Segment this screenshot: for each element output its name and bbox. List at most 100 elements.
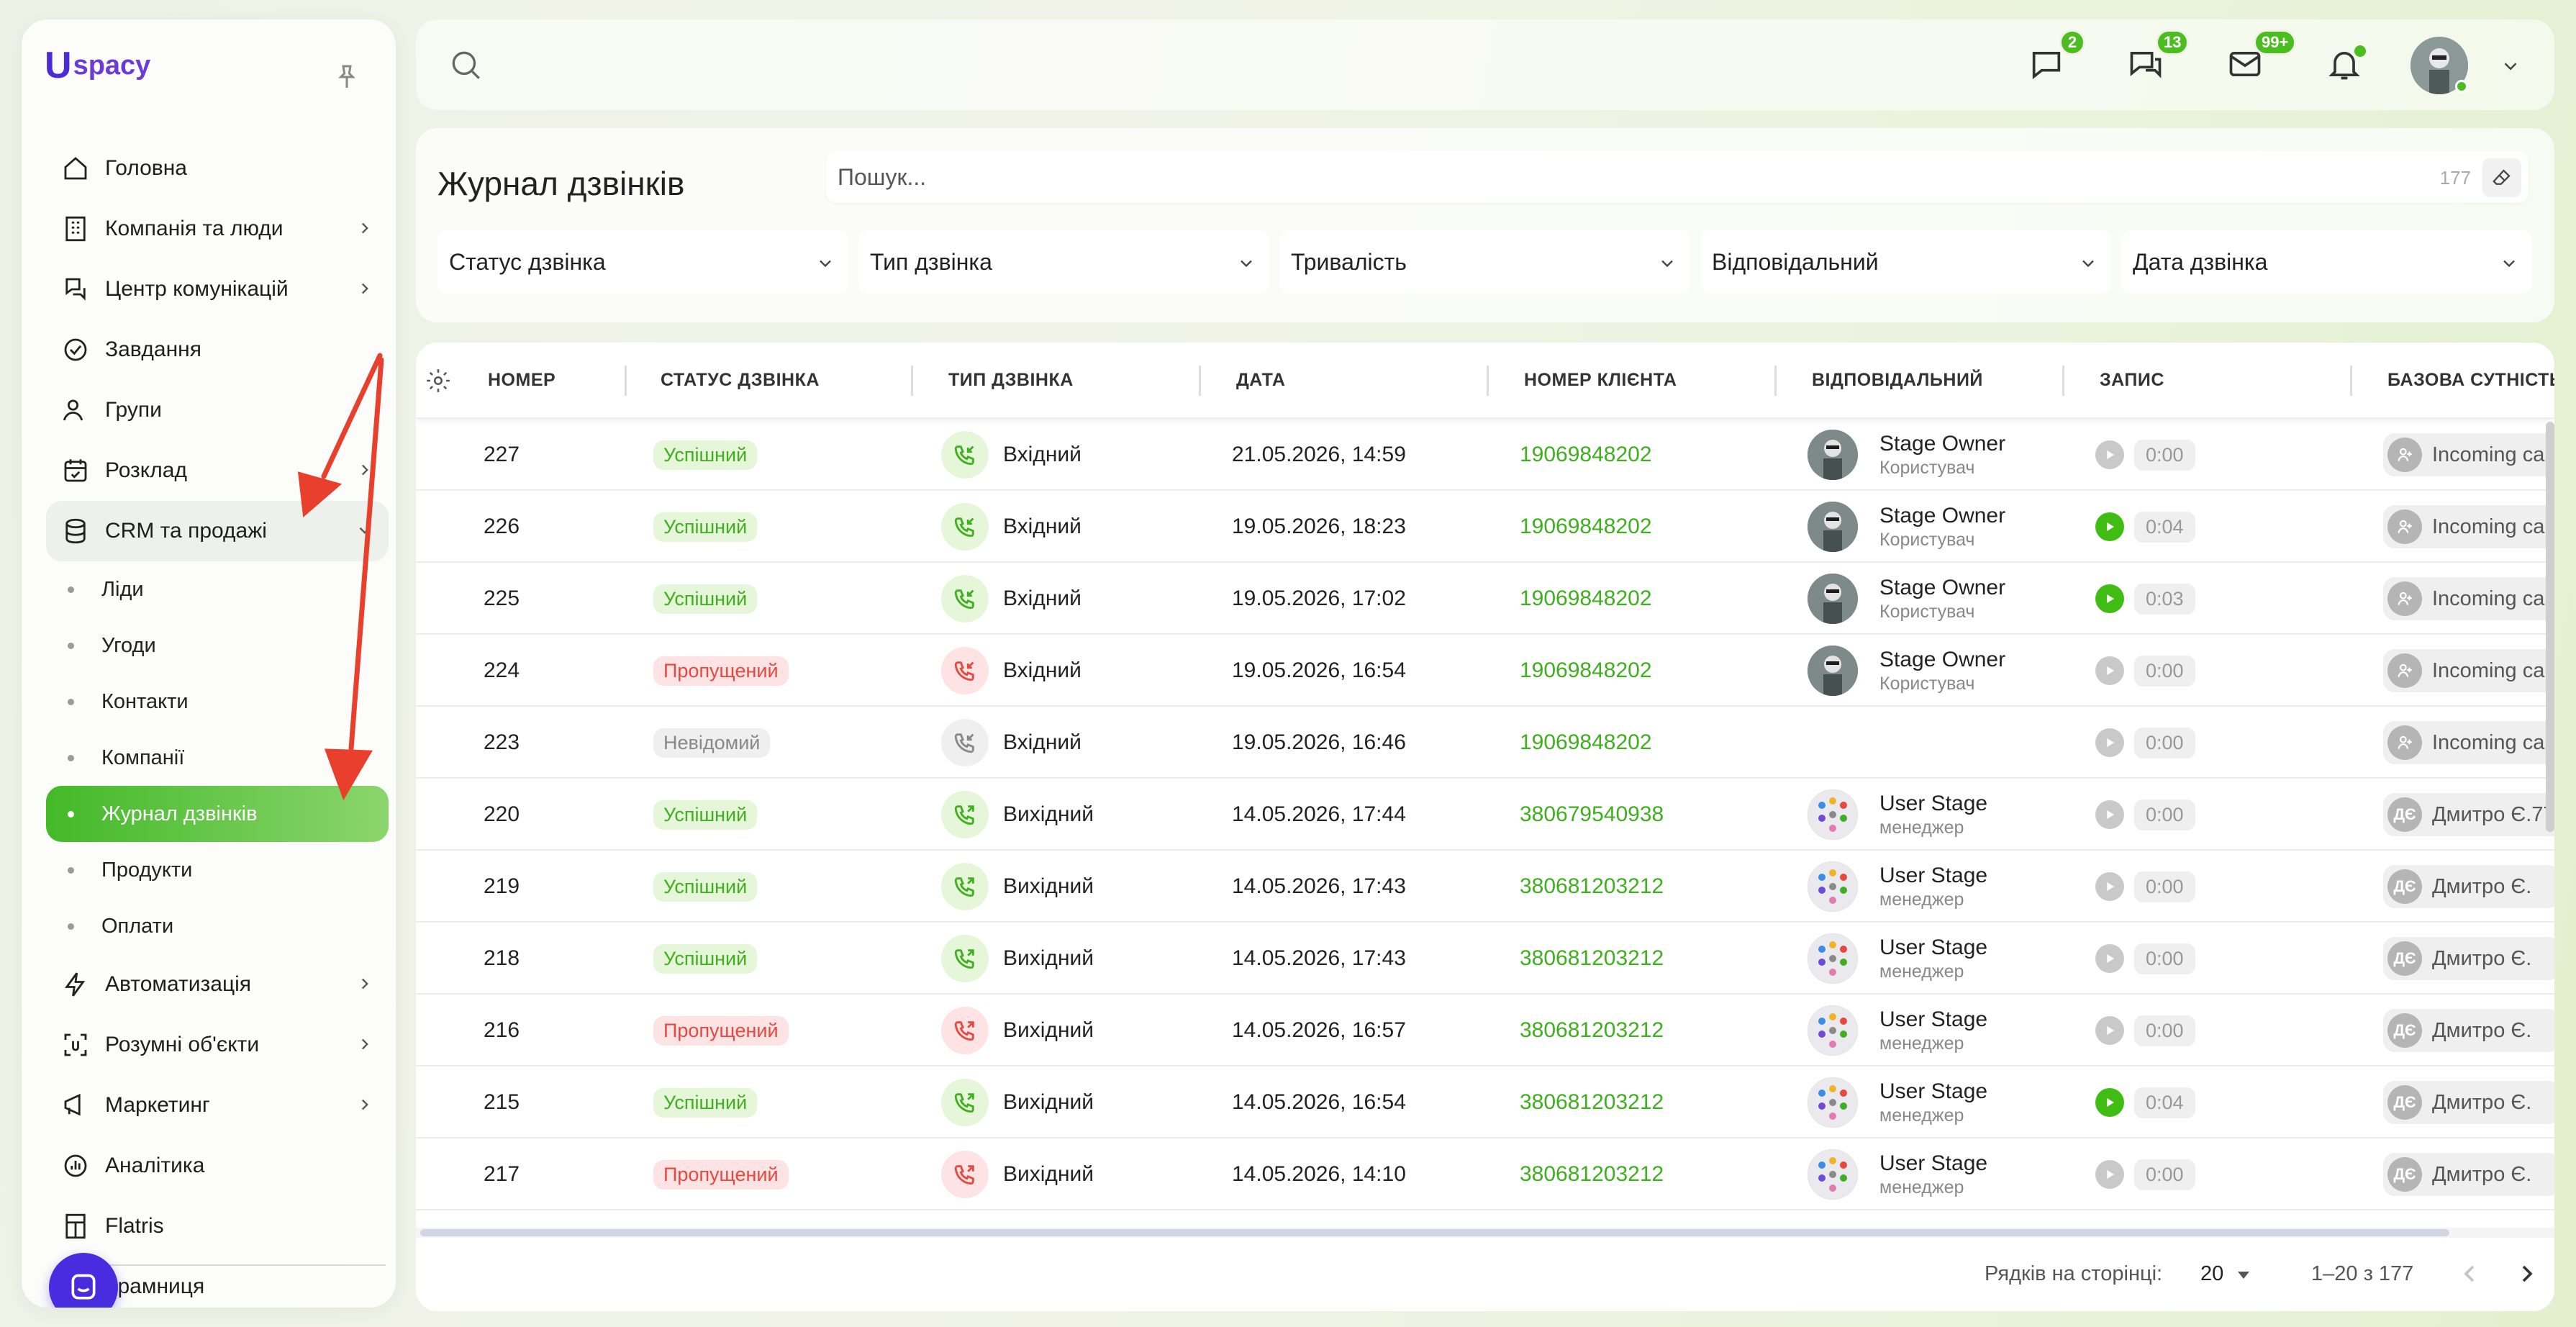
column-header[interactable]: ВІДПОВІДАЛЬНИЙ [1812,370,1983,391]
scrollbar-thumb[interactable] [420,1229,2449,1236]
play-recording-button[interactable] [2095,584,2124,613]
table-row[interactable]: 223 Невідомий Вхідний 19.05.2026, 16:46 … [416,707,2554,779]
client-phone-link[interactable]: 380681203212 [1520,923,1664,995]
play-recording-button[interactable] [2095,1088,2124,1117]
table-row[interactable]: 220 Успішний Вихідний 14.05.2026, 17:44 … [416,779,2554,851]
column-header[interactable]: ДАТА [1236,370,1285,391]
sidebar-item-0[interactable]: Головна [46,138,389,199]
base-entity-chip[interactable]: Incoming call [2383,433,2554,476]
avatar[interactable] [1808,646,1858,696]
pin-icon[interactable] [332,63,361,91]
base-entity-chip[interactable]: ДЄ Дмитро Є. [2383,1153,2554,1196]
column-header[interactable]: НОМЕР КЛІЄНТА [1524,370,1677,391]
search-input[interactable] [838,151,2349,203]
table-row[interactable]: 224 Пропущений Вхідний 19.05.2026, 16:54… [416,635,2554,707]
column-resize-handle[interactable] [2350,366,2352,396]
table-row[interactable]: 219 Успішний Вихідний 14.05.2026, 17:43 … [416,851,2554,923]
clear-search-button[interactable] [2482,158,2521,197]
filter-dropdown-2[interactable]: Тривалість [1279,230,1690,294]
client-phone-link[interactable]: 380679540938 [1520,779,1664,851]
avatar[interactable] [1808,861,1858,912]
sidebar-subitem-3[interactable]: Компанії [46,730,389,786]
sidebar-item-after-2[interactable]: Маркетинг [46,1075,389,1136]
column-resize-handle[interactable] [1199,366,1201,396]
sidebar-item-3[interactable]: Завдання [46,320,389,380]
column-header[interactable]: НОМЕР [488,370,555,391]
table-vertical-scrollbar[interactable] [2546,422,2554,832]
column-resize-handle[interactable] [2062,366,2064,396]
sidebar-subitem-0[interactable]: Ліди [46,561,389,617]
sidebar-item-2[interactable]: Центр комунікацій [46,259,389,320]
column-resize-handle[interactable] [625,366,627,396]
filter-dropdown-1[interactable]: Тип дзвінка [858,230,1269,294]
column-resize-handle[interactable] [1487,366,1489,396]
column-header[interactable]: СТАТУС ДЗВІНКА [661,370,820,391]
base-entity-chip[interactable]: ДЄ Дмитро Є. [2383,937,2554,980]
sidebar-item-1[interactable]: Компанія та люди [46,199,389,259]
caret-down-icon[interactable] [2235,1269,2252,1281]
client-phone-link[interactable]: 19069848202 [1520,635,1652,707]
sidebar-item-after-4[interactable]: Flatris [46,1196,389,1256]
sidebar-subitem-2[interactable]: Контакти [46,674,389,730]
table-row[interactable]: 218 Успішний Вихідний 14.05.2026, 17:43 … [416,923,2554,995]
client-phone-link[interactable]: 19069848202 [1520,563,1652,635]
filter-dropdown-4[interactable]: Дата дзвінка [2121,230,2532,294]
base-entity-chip[interactable]: ДЄ Дмитро Є. [2383,1081,2554,1124]
avatar[interactable] [1808,574,1858,624]
base-entity-chip[interactable]: Incoming call [2383,649,2554,692]
table-row[interactable]: 215 Успішний Вихідний 14.05.2026, 16:54 … [416,1066,2554,1138]
filter-dropdown-0[interactable]: Статус дзвінка [437,230,848,294]
sidebar-item-after-0[interactable]: Автоматизація [46,954,389,1015]
avatar[interactable] [1808,789,1858,840]
client-phone-link[interactable]: 380681203212 [1520,1138,1664,1210]
column-resize-handle[interactable] [1774,366,1777,396]
sidebar-item-after-3[interactable]: Аналітика [46,1136,389,1196]
table-row[interactable]: 226 Успішний Вхідний 19.05.2026, 18:23 1… [416,491,2554,563]
sidebar-item-after-1[interactable]: Розумні об'єкти [46,1015,389,1075]
column-header[interactable]: БАЗОВА СУТНІСТЬ [2387,370,2554,391]
play-recording-button[interactable] [2095,728,2124,757]
play-recording-button[interactable] [2095,656,2124,685]
table-row[interactable]: 227 Успішний Вхідний 21.05.2026, 14:59 1… [416,419,2554,491]
play-recording-button[interactable] [2095,1160,2124,1189]
search-icon[interactable] [448,47,484,83]
base-entity-chip[interactable]: Incoming call [2383,577,2554,620]
chevron-down-icon[interactable] [2500,55,2521,77]
client-phone-link[interactable]: 380681203212 [1520,1066,1664,1138]
base-entity-chip[interactable]: ДЄ Дмитро Є. [2383,865,2554,908]
avatar[interactable] [1808,933,1858,984]
play-recording-button[interactable] [2095,512,2124,541]
play-recording-button[interactable] [2095,800,2124,829]
avatar[interactable] [1808,502,1858,552]
sidebar-item-6[interactable]: CRM та продажі [46,501,389,561]
client-phone-link[interactable]: 19069848202 [1520,491,1652,563]
sidebar-subitem-1[interactable]: Угоди [46,617,389,674]
client-phone-link[interactable]: 380681203212 [1520,851,1664,923]
play-recording-button[interactable] [2095,872,2124,901]
base-entity-chip[interactable]: ДЄ Дмитро Є.77 [2383,793,2554,836]
avatar[interactable] [1808,1077,1858,1128]
play-recording-button[interactable] [2095,944,2124,973]
client-phone-link[interactable]: 19069848202 [1520,419,1652,491]
rows-per-page-select[interactable]: 20 [2200,1262,2223,1286]
message-icon[interactable] [2028,45,2065,83]
app-logo[interactable]: U spacy [45,44,150,87]
sidebar-item-4[interactable]: Групи [46,380,389,440]
table-row[interactable]: 217 Пропущений Вихідний 14.05.2026, 14:1… [416,1138,2554,1210]
column-header[interactable]: ЗАПИС [2100,370,2164,391]
next-page-icon[interactable] [2513,1259,2541,1288]
sidebar-item-5[interactable]: Розклад [46,440,389,501]
client-phone-link[interactable]: 19069848202 [1520,707,1652,779]
avatar[interactable] [1808,1149,1858,1200]
gear-icon[interactable] [425,367,452,394]
client-phone-link[interactable]: 380681203212 [1520,995,1664,1066]
avatar[interactable] [1808,1005,1858,1056]
table-row[interactable]: 216 Пропущений Вихідний 14.05.2026, 16:5… [416,995,2554,1066]
column-resize-handle[interactable] [911,366,913,396]
base-entity-chip[interactable]: Incoming call [2383,505,2554,548]
table-horizontal-scrollbar[interactable] [416,1228,2554,1238]
play-recording-button[interactable] [2095,440,2124,469]
base-entity-chip[interactable]: ДЄ Дмитро Є. [2383,1009,2554,1052]
play-recording-button[interactable] [2095,1016,2124,1045]
column-header[interactable]: ТИП ДЗВІНКА [948,370,1074,391]
